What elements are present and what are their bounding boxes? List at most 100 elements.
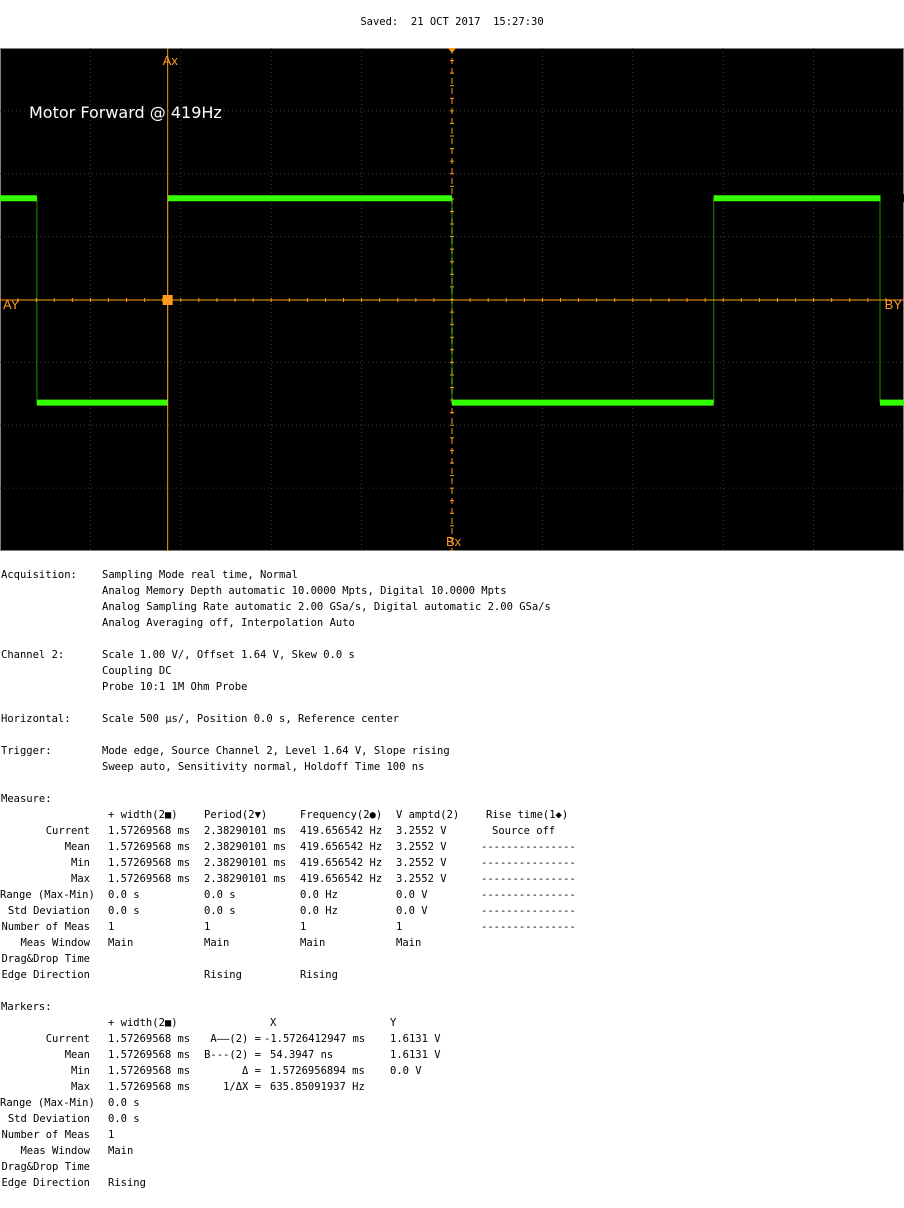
marker-bx-label[interactable]: Bx: [446, 534, 462, 549]
measure-row-label: Mean: [64, 841, 90, 853]
measure-cell: 419.656542 Hz: [300, 873, 383, 885]
measure-column-header: Period(2▼): [204, 809, 268, 821]
horizontal-section-label: Horizontal:: [1, 713, 71, 725]
measure-row-label: Min: [71, 857, 90, 869]
measure-cell: ---------------: [481, 873, 576, 885]
waveform-graticule[interactable]: Ax Bx AY BY Motor Forward @ 419Hz: [0, 48, 904, 551]
markers-y-value: 1.6131 V: [390, 1049, 441, 1061]
measure-cell: 0.0 Hz: [300, 905, 338, 917]
measure-cell: 1.57269568 ms: [108, 873, 191, 885]
measure-column-header: Rise time(1◆): [486, 809, 569, 821]
waveform-annotation: Motor Forward @ 419Hz: [29, 103, 222, 122]
measure-cell: 1.57269568 ms: [108, 841, 191, 853]
measure-cell: 0.0 Hz: [300, 889, 338, 901]
markers-width-cell: 0.0 s: [108, 1113, 140, 1125]
measure-cell: 3.2552 V: [396, 873, 447, 885]
channel2-line: Coupling DC: [102, 665, 172, 677]
markers-width-cell: 1: [108, 1129, 115, 1141]
measure-cell: 2.38290101 ms: [204, 857, 287, 869]
marker-ax-label[interactable]: Ax: [163, 53, 179, 68]
measure-section-label: Measure:: [1, 793, 52, 805]
trigger-line: Mode edge, Source Channel 2, Level 1.64 …: [102, 745, 450, 757]
measure-row-label: Drag&Drop Time: [1, 953, 90, 965]
measure-cell: 2.38290101 ms: [204, 873, 287, 885]
measure-cell: 1.57269568 ms: [108, 857, 191, 869]
acquisition-section-label: Acquisition:: [1, 569, 77, 581]
measure-cell: ---------------: [481, 921, 576, 933]
markers-width-cell: Rising: [108, 1177, 146, 1189]
measure-cell: 1.57269568 ms: [108, 825, 191, 837]
measure-cell: ---------------: [481, 905, 576, 917]
channel2-section-label: Channel 2:: [1, 649, 65, 661]
measure-cell: 2.38290101 ms: [204, 841, 287, 853]
acquisition-line: Sampling Mode real time, Normal: [102, 569, 298, 581]
markers-width-cell: 0.0 s: [108, 1097, 140, 1109]
markers-column-header: X: [270, 1017, 277, 1029]
markers-x-value: 635.85091937 Hz: [270, 1081, 365, 1093]
measure-row-label: Meas Window: [20, 937, 90, 949]
measure-cell: 0.0 s: [204, 889, 236, 901]
measure-cell: 0.0 s: [108, 889, 140, 901]
channel2-line: Scale 1.00 V/, Offset 1.64 V, Skew 0.0 s: [102, 649, 355, 661]
horizontal-line: Scale 500 µs/, Position 0.0 s, Reference…: [102, 713, 400, 725]
marker-a-handle[interactable]: [162, 295, 173, 305]
markers-x-name: A——(2) =: [210, 1033, 261, 1045]
acquisition-line: Analog Averaging off, Interpolation Auto: [102, 617, 355, 629]
measure-cell: 0.0 s: [108, 905, 140, 917]
channel2-line: Probe 10:1 1M Ohm Probe: [102, 681, 248, 693]
measure-cell: Source off: [492, 825, 556, 837]
marker-ay-label[interactable]: AY: [3, 297, 20, 312]
measure-column-header: + width(2■): [108, 809, 178, 821]
measure-row-label: Number of Meas: [1, 921, 90, 933]
measure-row-label: Max: [71, 873, 90, 885]
measure-cell: ---------------: [481, 889, 576, 901]
measure-cell: 1: [300, 921, 307, 933]
measure-cell: 3.2552 V: [396, 825, 447, 837]
measure-cell: 3.2552 V: [396, 857, 447, 869]
markers-x-value: 1.5726956894 ms: [270, 1065, 365, 1077]
measure-cell: Main: [396, 937, 422, 949]
markers-x-value: -1.5726412947 ms: [264, 1033, 366, 1045]
markers-row-label: Edge Direction: [1, 1177, 90, 1189]
measure-cell: Main: [204, 937, 230, 949]
measure-row-label: Std Deviation: [7, 905, 90, 917]
measure-cell: 1: [204, 921, 211, 933]
markers-x-name: B---(2) =: [204, 1049, 261, 1061]
measure-cell: Main: [108, 937, 134, 949]
markers-x-value: 54.3947 ns: [270, 1049, 334, 1061]
measure-row-label: Edge Direction: [1, 969, 90, 981]
measure-cell: 1: [108, 921, 115, 933]
markers-x-name: Δ =: [242, 1065, 261, 1077]
markers-row-label: Number of Meas: [1, 1129, 90, 1141]
markers-y-value: 1.6131 V: [390, 1033, 441, 1045]
measure-column-header: Frequency(2●): [300, 809, 383, 821]
measure-cell: 419.656542 Hz: [300, 825, 383, 837]
markers-column-header: + width(2■): [108, 1017, 178, 1029]
measure-cell: Rising: [300, 969, 338, 981]
measure-cell: 419.656542 Hz: [300, 841, 383, 853]
measure-cell: ---------------: [481, 857, 576, 869]
measure-column-header: V amptd(2): [396, 809, 460, 821]
measure-cell: 0.0 V: [396, 889, 428, 901]
markers-row-label: Std Deviation: [7, 1113, 90, 1125]
marker-by-label[interactable]: BY: [885, 297, 903, 312]
measure-cell: 2.38290101 ms: [204, 825, 287, 837]
oscilloscope-display[interactable]: Ax Bx AY BY Motor Forward @ 419Hz: [0, 48, 904, 551]
measure-cell: ---------------: [481, 841, 576, 853]
markers-y-value: 0.0 V: [390, 1065, 422, 1077]
saved-timestamp: Saved: 21 OCT 2017 15:27:30: [360, 16, 544, 28]
measure-cell: 419.656542 Hz: [300, 857, 383, 869]
markers-x-name: 1/ΔX =: [223, 1081, 261, 1093]
measure-cell: 3.2552 V: [396, 841, 447, 853]
measure-row-label: Range (Max-Min): [0, 889, 95, 901]
measure-cell: 0.0 s: [204, 905, 236, 917]
acquisition-line: Analog Sampling Rate automatic 2.00 GSa/…: [102, 601, 551, 613]
trigger-position-marker: [448, 48, 456, 53]
measure-cell: Main: [300, 937, 326, 949]
trigger-section-label: Trigger:: [1, 745, 52, 757]
markers-row-label: Meas Window: [20, 1145, 90, 1157]
measure-row-label: Current: [45, 825, 90, 837]
trigger-line: Sweep auto, Sensitivity normal, Holdoff …: [102, 761, 425, 773]
markers-section-label: Markers:: [1, 1001, 52, 1013]
markers-column-header: Y: [390, 1017, 397, 1029]
